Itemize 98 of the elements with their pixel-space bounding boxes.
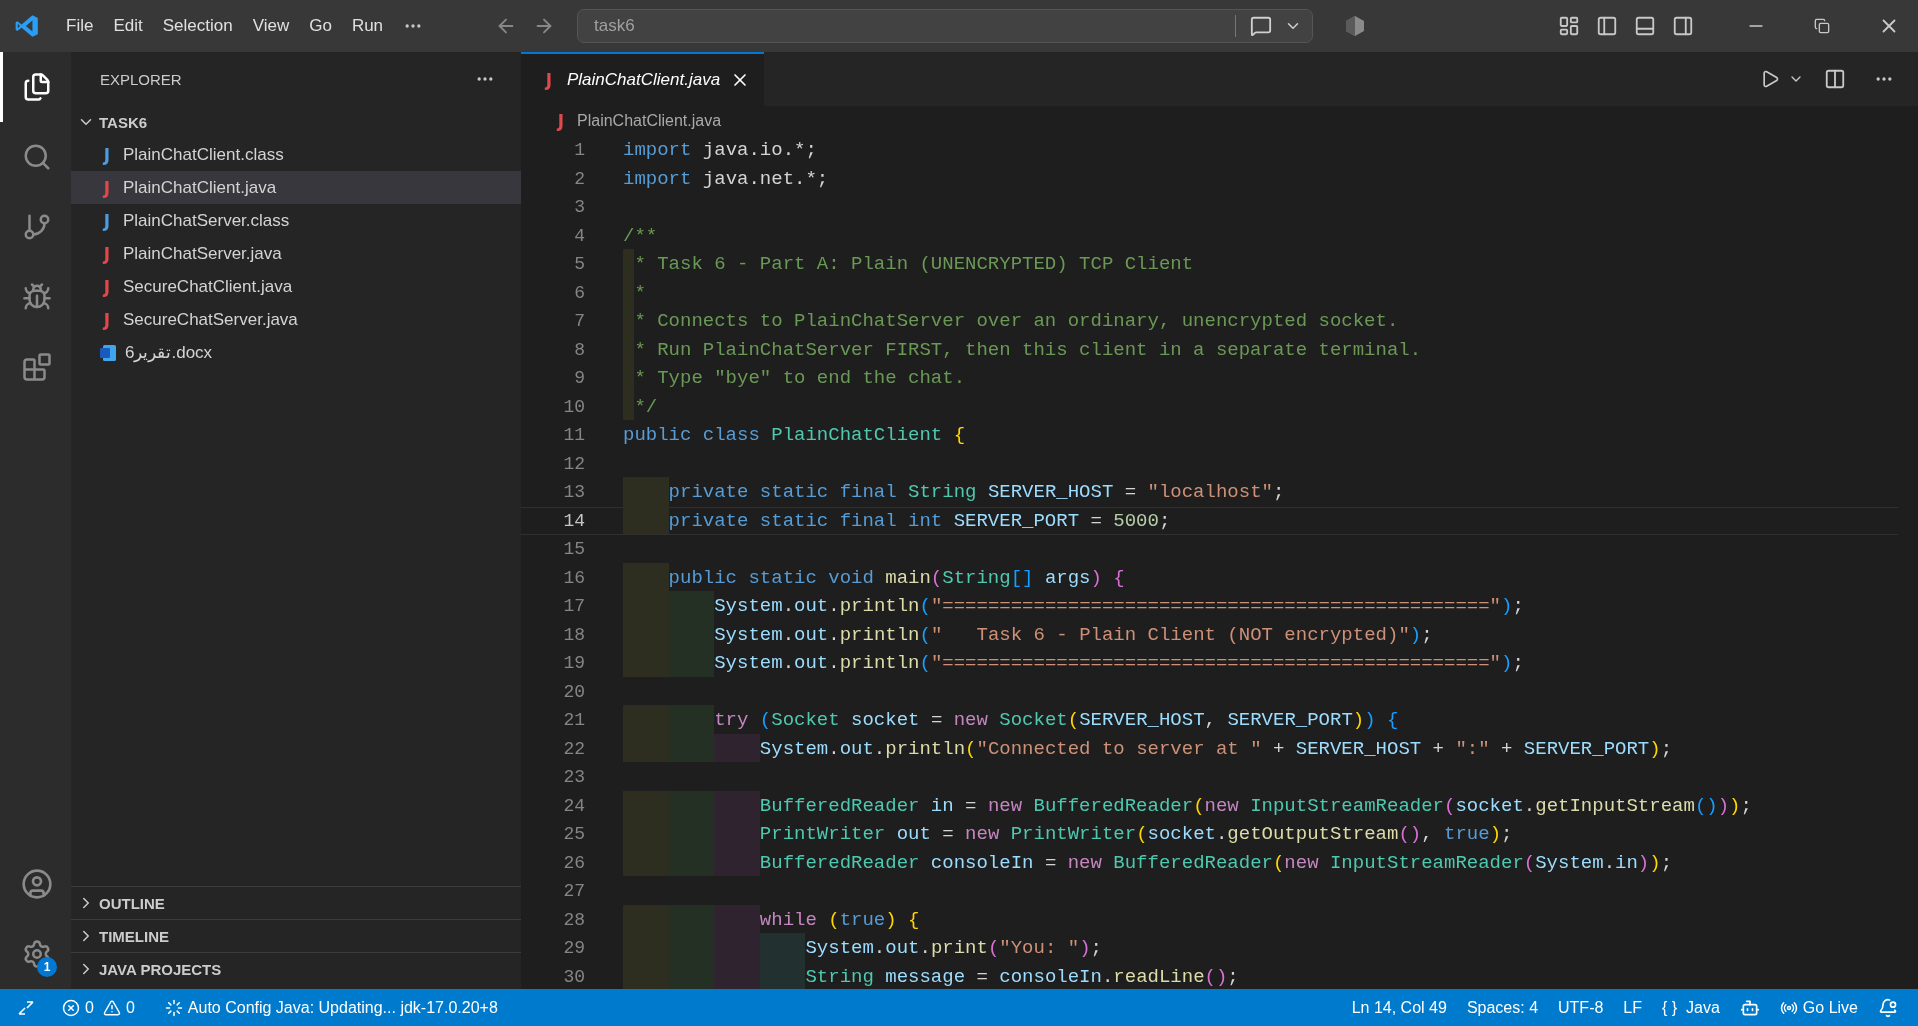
- line-number: 21: [562, 710, 585, 731]
- app-logo-icon: [14, 13, 40, 39]
- code-line: * Type "bye" to end the chat.: [623, 364, 966, 393]
- code-line: while (true) {: [623, 905, 920, 934]
- line-number: 19: [562, 653, 585, 674]
- menu-item[interactable]: Go: [301, 12, 340, 40]
- go-live-button[interactable]: Go Live: [1769, 998, 1868, 1017]
- menu-item[interactable]: File: [58, 12, 102, 40]
- line-number: 17: [562, 596, 585, 617]
- java-file-icon: J: [553, 111, 569, 131]
- warning-icon: [102, 998, 121, 1017]
- code-line: private static final String SERVER_HOST = "localhost";: [623, 478, 1285, 507]
- section-header[interactable]: OUTLINE: [71, 886, 521, 919]
- code-line: System.out.print("You: ");: [623, 934, 1102, 963]
- java-file-icon: J: [99, 276, 115, 297]
- code-line: *: [623, 278, 646, 307]
- menu-item[interactable]: Edit: [105, 12, 151, 40]
- line-number: 16: [562, 567, 585, 588]
- line-number: 24: [562, 795, 585, 816]
- line-number: 5: [573, 254, 585, 275]
- command-center-field[interactable]: task6: [577, 9, 1314, 43]
- code-line: BufferedReader in = new BufferedReader(new InputStreamReader(socket.getInputStream()));: [623, 791, 1752, 820]
- code-line: */: [623, 392, 658, 421]
- line-number: 26: [562, 852, 585, 873]
- code-line: import java.net.*;: [623, 166, 829, 192]
- code-line: try (Socket socket = new Socket(SERVER_HOST, SERVER_PORT)) {: [623, 706, 1399, 735]
- code-line: System.out.println(" Task 6 - Plain Client (NOT encrypted)");: [623, 620, 1433, 649]
- java-file-icon: J: [99, 177, 115, 198]
- java-file-icon: J: [99, 144, 115, 165]
- error-icon: [62, 998, 80, 1017]
- code-line: /**: [623, 223, 658, 249]
- status-item[interactable]: LF: [1613, 998, 1653, 1017]
- line-number: 11: [562, 425, 585, 446]
- gear-icon[interactable]: [22, 939, 52, 969]
- line-number: 25: [562, 824, 585, 845]
- section-header[interactable]: JAVA PROJECTS: [71, 952, 521, 985]
- code-line: System.out.println("================================================");: [623, 649, 1524, 678]
- line-number: 20: [562, 681, 585, 702]
- status-item[interactable]: UTF-8: [1548, 998, 1614, 1017]
- line-number: 22: [562, 738, 585, 759]
- java-file-icon: J: [99, 309, 115, 330]
- code-line: * Run PlainChatServer FIRST, then this client in a separate terminal.: [623, 335, 1422, 364]
- line-number: 13: [562, 482, 585, 503]
- code-line: System.out.println("Connected to server at " + SERVER_HOST + ":" + SERVER_PORT);: [623, 734, 1673, 763]
- code-line: * Task 6 - Part A: Plain (UNENCRYPTED) TCP Client: [623, 250, 1194, 279]
- explorer-entry[interactable]: J SecureChatClient.java: [71, 270, 521, 303]
- line-number: 3: [573, 197, 585, 218]
- code-line: String message = consoleIn.readLine();: [623, 962, 1239, 989]
- line-number: 4: [573, 225, 585, 246]
- java-file-icon: J: [99, 243, 115, 264]
- notification-badge: 1: [37, 957, 57, 977]
- problems-status[interactable]: 0 0: [52, 998, 145, 1017]
- folder-header[interactable]: TASK6: [71, 106, 521, 138]
- status-item[interactable]: Spaces: 4: [1456, 998, 1549, 1017]
- menu-item[interactable]: Selection: [154, 12, 241, 40]
- sidebar-title: EXPLORER: [100, 70, 182, 88]
- loading-icon: [164, 998, 183, 1017]
- menu-item[interactable]: Run: [343, 12, 392, 40]
- line-number: 15: [562, 539, 585, 560]
- chat-icon[interactable]: [1250, 15, 1273, 37]
- line-number: 10: [562, 396, 585, 417]
- code-line: private static final int SERVER_PORT = 5000;: [623, 506, 1171, 535]
- line-number: 7: [573, 311, 585, 332]
- section-header[interactable]: TIMELINE: [71, 919, 521, 952]
- menu-item[interactable]: View: [244, 12, 298, 40]
- code-line: PrintWriter out = new PrintWriter(socket.getOutputStream(), true);: [623, 820, 1513, 849]
- line-number: 18: [562, 624, 585, 645]
- code-line: import java.io.*;: [623, 138, 817, 164]
- explorer-entry[interactable]: J PlainChatClient.class: [71, 138, 521, 171]
- line-number: 9: [573, 368, 585, 389]
- document-icon: [99, 343, 117, 362]
- breadcrumb[interactable]: PlainChatClient.java: [577, 112, 722, 130]
- code-line: System.out.println("================================================");: [623, 592, 1524, 621]
- explorer-entry[interactable]: J PlainChatServer.class: [71, 204, 521, 237]
- explorer-entry[interactable]: J PlainChatServer.java: [71, 237, 521, 270]
- explorer-entry[interactable]: J SecureChatServer.java: [71, 303, 521, 336]
- line-number: 29: [562, 938, 585, 959]
- code-line: BufferedReader consoleIn = new BufferedReader(new InputStreamReader(System.in));: [623, 848, 1673, 877]
- explorer-entry[interactable]: J PlainChatClient.java: [71, 171, 521, 204]
- explorer-entry[interactable]: تقرير6.docx: [71, 336, 521, 369]
- code-line: * Connects to PlainChatServer over an ordinary, unencrypted socket.: [623, 307, 1399, 336]
- line-number: 1: [573, 140, 585, 161]
- line-number: 8: [573, 339, 585, 360]
- line-number: 30: [562, 966, 585, 987]
- code-line: public class PlainChatClient {: [623, 423, 966, 449]
- line-number: 14: [562, 510, 585, 531]
- line-number: 23: [562, 767, 585, 788]
- code-line: public static void main(String[] args) {: [623, 563, 1125, 592]
- language-status[interactable]: { } Java: [1652, 998, 1730, 1017]
- line-number: 6: [573, 282, 585, 303]
- task-status[interactable]: Auto Config Java: Updating... jdk-17.0.20+8: [154, 998, 508, 1017]
- line-number: 28: [562, 909, 585, 930]
- editor-tab[interactable]: J PlainChatClient.java: [521, 52, 765, 106]
- status-item[interactable]: Ln 14, Col 49: [1341, 998, 1457, 1017]
- line-number: 2: [573, 168, 585, 189]
- java-file-icon: J: [99, 210, 115, 231]
- line-number: 12: [562, 453, 585, 474]
- line-number: 27: [562, 881, 585, 902]
